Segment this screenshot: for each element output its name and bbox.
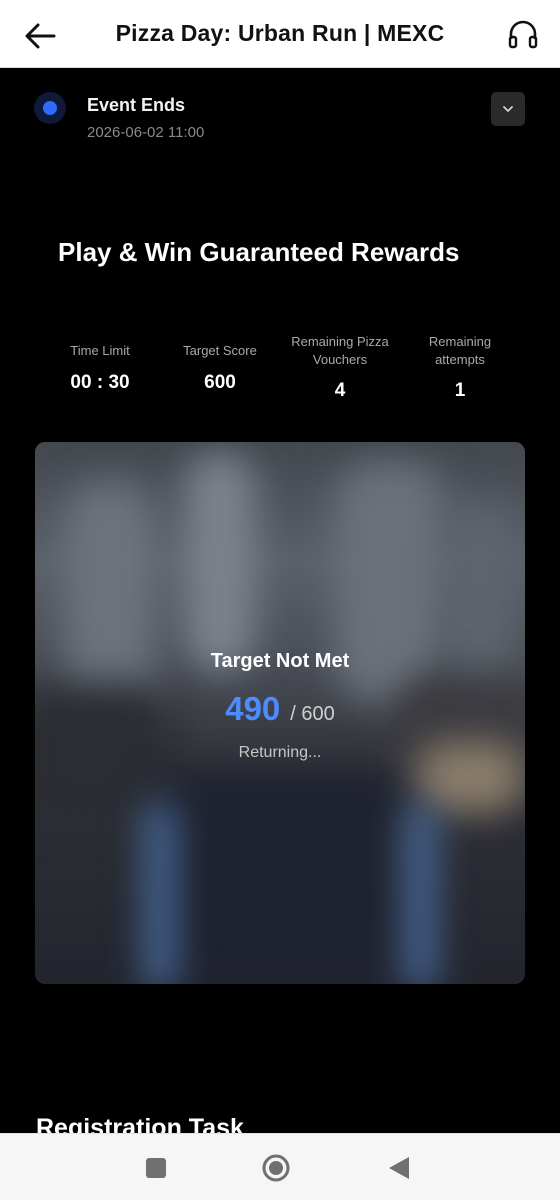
- score-display: 490 / 600: [35, 690, 525, 728]
- stat-label: Time Limit: [70, 343, 130, 358]
- stat-remaining-attempts: Remaining attempts 1: [400, 332, 520, 402]
- stat-value: 4: [334, 380, 346, 401]
- stat-target-score: Target Score 600: [160, 332, 280, 394]
- stat-label: Remaining Pizza Vouchers: [280, 332, 400, 370]
- game-result-card[interactable]: Target Not Met 490 / 600 Returning...: [35, 442, 525, 984]
- circle-home-icon[interactable]: [262, 1154, 290, 1182]
- stat-value: 00 : 30: [70, 372, 130, 393]
- status-indicator: [34, 92, 66, 124]
- event-ends-label: Event Ends: [87, 95, 186, 115]
- status-dot: [43, 101, 57, 115]
- stat-value: 600: [204, 372, 236, 393]
- headline: Play & Win Guaranteed Rewards: [58, 237, 460, 267]
- page-title: Pizza Day: Urban Run | MEXC: [115, 20, 445, 46]
- square-icon[interactable]: [142, 1154, 170, 1182]
- stat-label-line: Remaining: [428, 334, 492, 349]
- blurred-background: [405, 802, 435, 984]
- stat-time-limit: Time Limit 00 : 30: [40, 332, 160, 394]
- event-end-date: 2026-06-02 11:00: [87, 124, 205, 141]
- stat-remaining-vouchers: Remaining Pizza Vouchers 4: [280, 332, 400, 402]
- chevron-down-icon: [503, 106, 513, 112]
- game-stats: Time Limit 00 : 30 Target Score 600 Rema…: [40, 332, 520, 412]
- result-title: Target Not Met: [210, 650, 350, 672]
- stat-label-line: Vouchers: [312, 352, 368, 367]
- headset-icon[interactable]: [506, 18, 540, 52]
- stat-label-line: Remaining Pizza: [291, 334, 389, 349]
- stat-label: Remaining attempts: [400, 332, 520, 370]
- stat-value: 1: [454, 380, 466, 401]
- expand-button[interactable]: [491, 92, 525, 126]
- target-score: / 600: [290, 703, 335, 725]
- stat-label: Target Score: [183, 343, 257, 358]
- returning-status: Returning...: [238, 744, 322, 761]
- system-nav-bar: [0, 1133, 560, 1200]
- blurred-background: [185, 452, 255, 672]
- triangle-back-icon[interactable]: [385, 1154, 413, 1182]
- stat-label-line: attempts: [435, 352, 485, 367]
- event-ends-row: Event Ends 2026-06-02 11:00: [0, 68, 560, 158]
- app-bar: Pizza Day: Urban Run | MEXC: [0, 0, 560, 68]
- blurred-background: [155, 772, 405, 982]
- blurred-background: [145, 802, 175, 984]
- achieved-score: 490: [225, 690, 281, 727]
